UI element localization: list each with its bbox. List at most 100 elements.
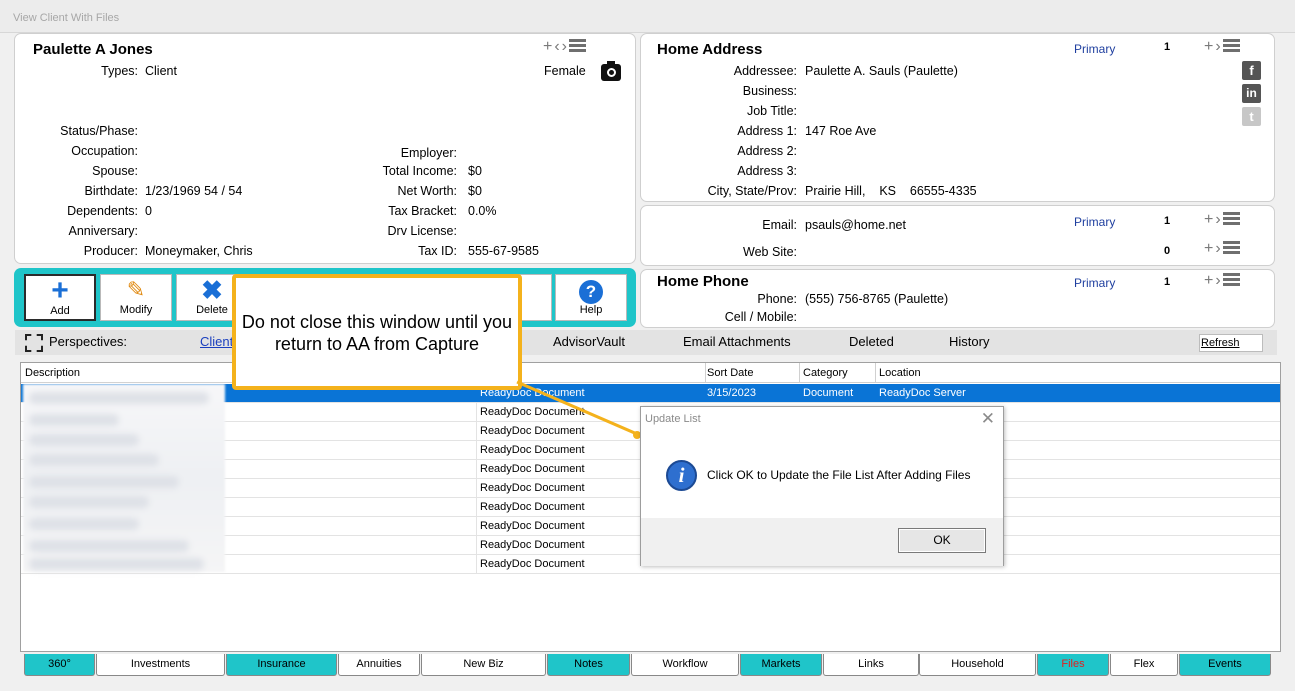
close-icon[interactable]: ✕ [981, 409, 995, 429]
add-icon[interactable]: + [1204, 38, 1215, 56]
phone-panel: Home Phone Primary 1 +› Phone: (555) 756… [640, 269, 1275, 328]
city-state-value: Prairie Hill, KS 66555-4335 [805, 184, 977, 198]
gender-value: Female [544, 64, 586, 78]
dependents-label: Dependents: [67, 204, 138, 218]
row-category: Document [803, 387, 854, 399]
row-type: ReadyDoc Document [480, 539, 585, 551]
row-type: ReadyDoc Document [480, 520, 585, 532]
client-name: Paulette A Jones [33, 41, 153, 58]
add-icon[interactable]: + [1204, 240, 1215, 258]
birthdate-label: Birthdate: [84, 184, 138, 198]
total-income-label: Total Income: [382, 164, 457, 178]
tab-annuities[interactable]: Annuities [338, 654, 420, 676]
col-category[interactable]: Category [803, 367, 848, 379]
tab-investments[interactable]: Investments [96, 654, 225, 676]
add-icon[interactable]: + [1204, 272, 1215, 290]
row-type: ReadyDoc Document [480, 558, 585, 570]
phone-controls: +› [1204, 272, 1240, 290]
list-icon[interactable] [569, 39, 586, 52]
email-value[interactable]: psauls@home.net [805, 218, 906, 232]
row-type: ReadyDoc Document [480, 463, 585, 475]
dialog-message: Click OK to Update the File List After A… [707, 468, 971, 482]
chevron-right-icon[interactable]: › [1215, 240, 1222, 258]
phone-count: 1 [1164, 276, 1171, 288]
tax-bracket-label: Tax Bracket: [388, 204, 457, 218]
employer-label: Employer: [400, 146, 457, 160]
list-icon[interactable] [1222, 273, 1240, 286]
help-icon: ? [556, 275, 626, 304]
col-location[interactable]: Location [879, 367, 921, 379]
tab-360[interactable]: 360° [24, 654, 95, 676]
chevron-left-icon[interactable]: ‹ [554, 38, 561, 56]
address1-label: Address 1: [737, 124, 797, 138]
tab-notes[interactable]: Notes [547, 654, 630, 676]
col-sort-date[interactable]: Sort Date [707, 367, 753, 379]
perspective-deleted[interactable]: Deleted [849, 334, 894, 349]
dialog-footer: OK [641, 518, 1003, 566]
col-description[interactable]: Description [25, 367, 80, 379]
tax-id-value: 555-67-9585 [468, 244, 539, 258]
producer-label: Producer: [83, 244, 138, 258]
chevron-right-icon[interactable]: › [1215, 211, 1222, 229]
client-controls: +‹› [543, 38, 586, 56]
chevron-right-icon[interactable]: › [562, 38, 569, 56]
business-label: Business: [742, 84, 797, 98]
address-title: Home Address [657, 41, 763, 58]
website-label: Web Site: [743, 245, 797, 259]
tab-workflow[interactable]: Workflow [631, 654, 739, 676]
address-controls: +› [1204, 38, 1240, 56]
net-worth-value: $0 [468, 184, 482, 198]
row-type: ReadyDoc Document [480, 444, 585, 456]
tab-flex[interactable]: Flex [1110, 654, 1178, 676]
tax-id-label: Tax ID: [418, 244, 457, 258]
email-label: Email: [762, 218, 797, 232]
add-button[interactable]: + Add [24, 274, 96, 321]
update-list-dialog: Update List ✕ i Click OK to Update the F… [640, 406, 1004, 566]
list-icon[interactable] [1222, 212, 1240, 225]
row-type: ReadyDoc Document [480, 501, 585, 513]
tab-events[interactable]: Events [1179, 654, 1271, 676]
phone-primary-label[interactable]: Primary [1074, 276, 1115, 290]
modify-button[interactable]: ✎ Modify [100, 274, 172, 321]
address-primary-label[interactable]: Primary [1074, 42, 1115, 56]
perspective-history[interactable]: History [949, 334, 989, 349]
tab-markets[interactable]: Markets [740, 654, 822, 676]
camera-icon[interactable] [601, 61, 621, 81]
linkedin-icon[interactable]: in [1242, 84, 1261, 103]
facebook-icon[interactable]: f [1242, 61, 1261, 80]
perspective-client[interactable]: Client [200, 334, 233, 349]
tab-files[interactable]: Files [1037, 654, 1109, 676]
status-label: Status/Phase: [60, 124, 138, 138]
perspective-advisorvault[interactable]: AdvisorVault [553, 334, 625, 349]
refresh-button[interactable]: Refresh [1199, 334, 1263, 352]
tab-new-biz[interactable]: New Biz [421, 654, 546, 676]
twitter-icon[interactable]: t [1242, 107, 1261, 126]
addressee-label: Addressee: [733, 64, 797, 78]
occupation-label: Occupation: [71, 144, 138, 158]
ok-button[interactable]: OK [898, 528, 986, 553]
email-panel: Email: psauls@home.net Primary 1 +› Web … [640, 205, 1275, 266]
add-icon[interactable]: + [1204, 211, 1215, 229]
tab-links[interactable]: Links [823, 654, 919, 676]
perspective-email-attachments[interactable]: Email Attachments [683, 334, 791, 349]
expand-icon[interactable] [25, 334, 43, 352]
row-type: ReadyDoc Document [480, 482, 585, 494]
row-sort-date: 3/15/2023 [707, 387, 756, 399]
chevron-right-icon[interactable]: › [1215, 38, 1222, 56]
dependents-value: 0 [145, 204, 152, 218]
row-location: ReadyDoc Server [879, 387, 966, 399]
list-icon[interactable] [1222, 39, 1240, 52]
add-icon[interactable]: + [543, 38, 554, 56]
list-icon[interactable] [1222, 241, 1240, 254]
email-primary-label[interactable]: Primary [1074, 215, 1115, 229]
instruction-callout: Do not close this window until you retur… [232, 274, 522, 390]
client-panel: Paulette A Jones +‹› Female Types: Clien… [14, 33, 636, 264]
tab-household[interactable]: Household [919, 654, 1036, 676]
dialog-title: Update List [645, 413, 701, 425]
spouse-label: Spouse: [92, 164, 138, 178]
drv-license-label: Drv License: [387, 224, 457, 238]
callout-arrow [516, 380, 641, 439]
tab-insurance[interactable]: Insurance [226, 654, 337, 676]
help-button[interactable]: ? Help [555, 274, 627, 321]
chevron-right-icon[interactable]: › [1215, 272, 1222, 290]
